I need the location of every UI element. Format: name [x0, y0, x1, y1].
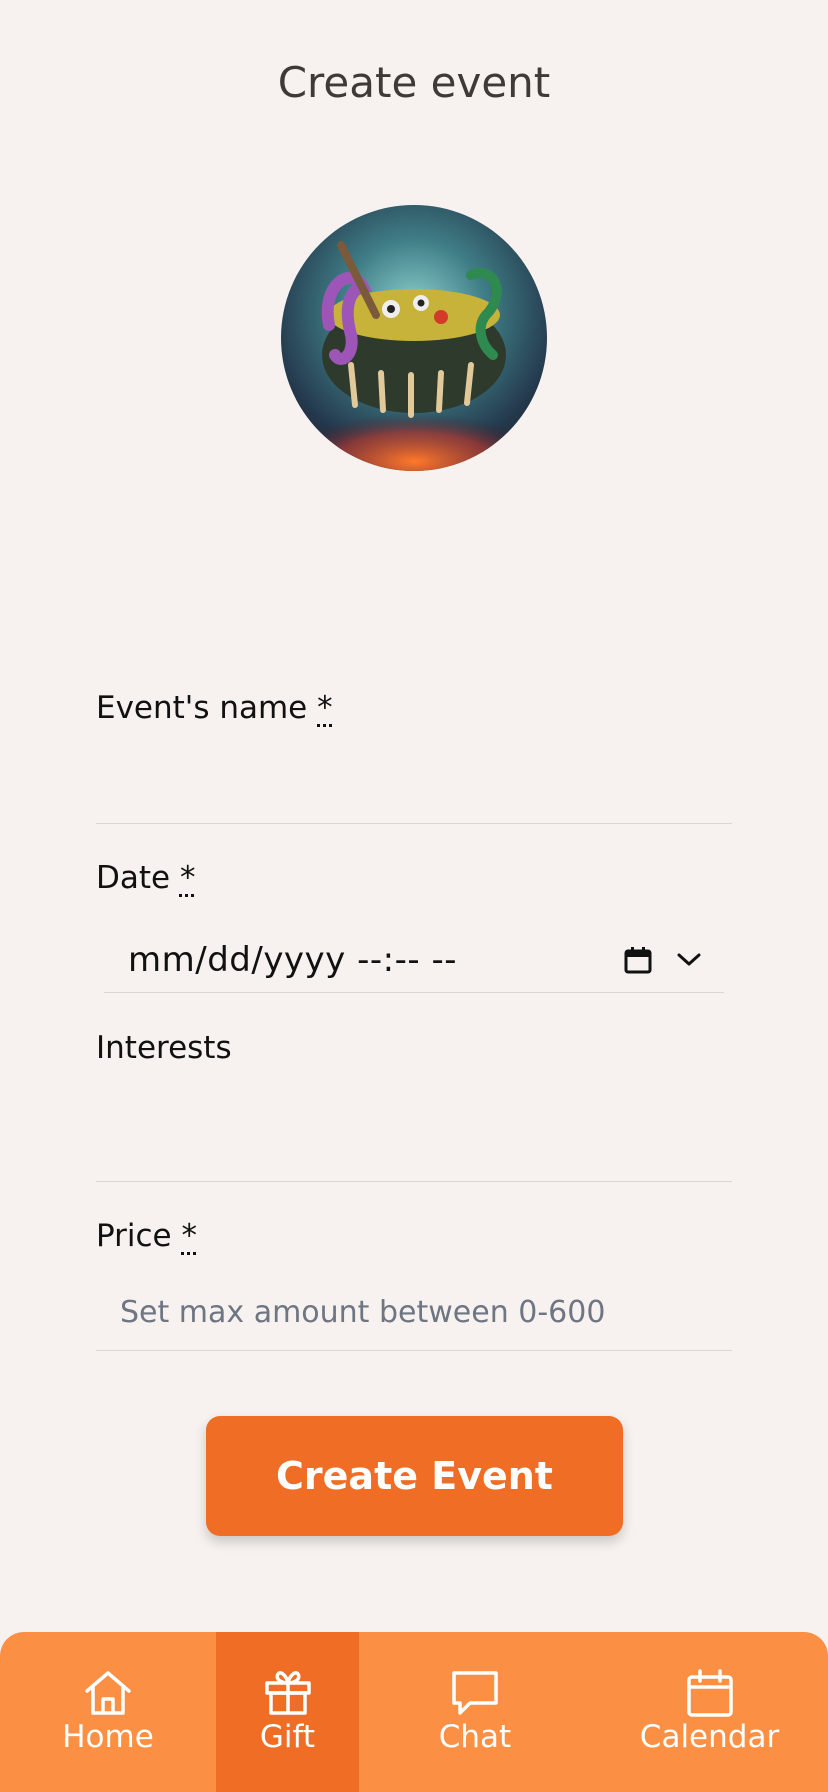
date-label: Date * [96, 860, 195, 896]
create-event-button[interactable]: Create Event [206, 1416, 623, 1536]
gift-icon [264, 1671, 311, 1715]
page-title: Create event [277, 58, 551, 107]
nav-item-home[interactable]: Home [0, 1632, 216, 1792]
calendar-icon [686, 1669, 733, 1717]
nav-item-calendar[interactable]: Calendar [591, 1632, 828, 1792]
price-input[interactable] [96, 1282, 732, 1342]
home-icon [85, 1671, 131, 1715]
date-input-controls [624, 946, 724, 974]
interests-label: Interests [96, 1030, 232, 1066]
nav-item-chat[interactable]: Chat [359, 1632, 591, 1792]
calendar-picker-icon[interactable] [624, 946, 652, 974]
interests-label-text: Interests [96, 1030, 232, 1066]
chevron-down-icon[interactable] [676, 951, 702, 969]
event-name-label-text: Event's name [96, 690, 308, 726]
bottom-nav: Home Gift Chat Calendar [0, 1632, 828, 1792]
required-mark: * [181, 1218, 197, 1254]
date-input[interactable]: mm/dd/yyyy --:-- -- [104, 928, 724, 992]
create-event-page: Create event Event's name * Date * mm/dd… [0, 0, 828, 1792]
event-name-underline [96, 823, 732, 824]
nav-item-gift[interactable]: Gift [216, 1632, 359, 1792]
event-name-input[interactable] [96, 756, 732, 816]
nav-label-gift: Gift [259, 1719, 316, 1755]
interests-input[interactable] [96, 1110, 732, 1170]
chat-icon [452, 1671, 498, 1715]
nav-label-home: Home [62, 1719, 154, 1755]
cauldron-image-art [281, 241, 547, 471]
date-label-text: Date [96, 860, 171, 896]
nav-label-calendar: Calendar [639, 1719, 780, 1755]
nav-label-chat: Chat [438, 1719, 512, 1755]
required-mark: * [179, 860, 196, 896]
date-underline [104, 992, 724, 993]
price-underline [96, 1350, 732, 1351]
required-mark: * [317, 690, 333, 726]
event-name-label: Event's name * [96, 690, 333, 726]
interests-underline [96, 1181, 732, 1182]
price-label-text: Price [96, 1218, 172, 1254]
date-input-value: mm/dd/yyyy --:-- -- [128, 940, 457, 980]
price-label: Price * [96, 1218, 197, 1254]
event-image[interactable] [281, 205, 547, 471]
